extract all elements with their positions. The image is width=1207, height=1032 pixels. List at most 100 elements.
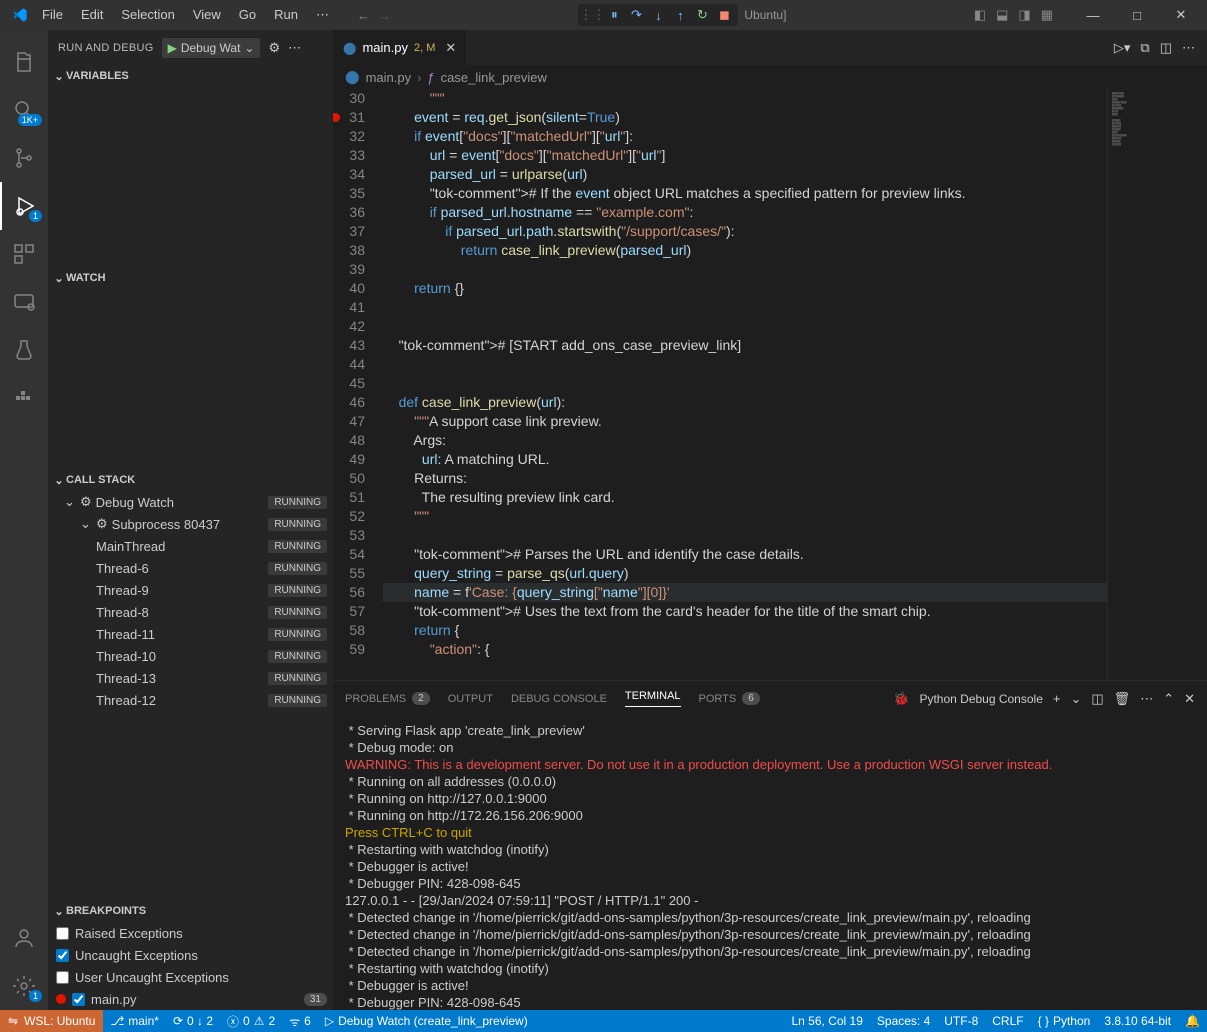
menu-file[interactable]: File — [34, 3, 71, 27]
breakpoint-checkbox[interactable] — [56, 971, 69, 984]
ab-explorer[interactable] — [0, 38, 48, 86]
callstack-item[interactable]: Thread-9RUNNING — [48, 579, 333, 601]
variables-header[interactable]: ⌄VARIABLES — [48, 65, 333, 87]
breakpoint-item[interactable]: User Uncaught Exceptions — [48, 966, 333, 988]
breakpoint-file-item[interactable]: main.py31 — [48, 988, 333, 1010]
sb-branch[interactable]: ⎇main* — [103, 1010, 166, 1032]
callstack-item[interactable]: Thread-12RUNNING — [48, 689, 333, 711]
watch-header[interactable]: ⌄WATCH — [48, 267, 333, 289]
nav-forward-icon[interactable]: → — [378, 8, 391, 23]
breakpoint-checkbox[interactable] — [56, 949, 69, 962]
trash-icon[interactable]: 🗑 — [1114, 691, 1131, 707]
gear-icon[interactable]: ⚙ — [268, 40, 280, 56]
layout-right-icon[interactable]: ◨ — [1018, 7, 1030, 23]
more-icon[interactable]: ⋯ — [1140, 691, 1153, 707]
ab-source-control[interactable] — [0, 134, 48, 182]
code-content[interactable]: """ event = req.get_json(silent=True) if… — [383, 89, 1107, 680]
ab-remote[interactable] — [0, 278, 48, 326]
step-into-icon[interactable]: ↓ — [650, 7, 666, 23]
menu-view[interactable]: View — [185, 3, 229, 27]
ab-settings[interactable]: 1 — [0, 962, 48, 1010]
step-out-icon[interactable]: ↑ — [672, 7, 688, 23]
pause-icon[interactable]: ⏸ — [606, 7, 622, 23]
menu-go[interactable]: Go — [231, 3, 264, 27]
terminal-content[interactable]: * Serving Flask app 'create_link_preview… — [333, 716, 1207, 1010]
title-search[interactable]: Ubuntu] — [744, 8, 786, 22]
sb-errors[interactable]: ⓧ0 ⚠2 — [220, 1010, 282, 1032]
more-icon[interactable]: ⋯ — [288, 40, 301, 56]
sb-eol[interactable]: CRLF — [985, 1010, 1030, 1032]
split-terminal-icon[interactable]: ◫ — [1091, 691, 1103, 707]
ab-run-debug[interactable]: 1 — [0, 182, 48, 230]
sb-interpreter[interactable]: 3.8.10 64-bit — [1097, 1010, 1178, 1032]
callstack-item[interactable]: Thread-11RUNNING — [48, 623, 333, 645]
stop-icon[interactable]: ◼ — [716, 7, 732, 23]
callstack-item[interactable]: Thread-13RUNNING — [48, 667, 333, 689]
callstack-item[interactable]: Thread-8RUNNING — [48, 601, 333, 623]
menu-selection[interactable]: Selection — [113, 3, 182, 27]
chevron-down-icon: ⌄ — [52, 905, 66, 918]
callstack-item[interactable]: MainThreadRUNNING — [48, 535, 333, 557]
sb-remote[interactable]: WSL: Ubuntu — [24, 1014, 95, 1028]
more-icon[interactable]: ⋯ — [1182, 40, 1195, 56]
sb-lang[interactable]: { }Python — [1031, 1010, 1098, 1032]
chevron-up-icon[interactable]: ⌃ — [1163, 691, 1174, 707]
breadcrumb[interactable]: ⬤ main.py › ƒ case_link_preview — [333, 65, 1207, 89]
nav-back-icon[interactable]: ← — [357, 8, 370, 23]
minimap[interactable]: ████ ██████ ████████████████ ██████ ████… — [1107, 89, 1207, 680]
sb-ports[interactable]: ᯤ6 — [282, 1010, 318, 1032]
breakpoint-checkbox[interactable] — [56, 927, 69, 940]
ab-extensions[interactable] — [0, 230, 48, 278]
minimize-button[interactable]: — — [1073, 1, 1113, 29]
ab-accounts[interactable] — [0, 914, 48, 962]
menu-more[interactable]: ⋯ — [308, 3, 337, 27]
panel-tab-ports[interactable]: PORTS6 — [699, 692, 760, 705]
callstack-item[interactable]: Thread-6RUNNING — [48, 557, 333, 579]
callstack-header[interactable]: ⌄CALL STACK — [48, 469, 333, 491]
panel-tab-problems[interactable]: PROBLEMS2 — [345, 692, 430, 705]
code-area[interactable]: 3031323334353637383940414243444546474849… — [333, 89, 1207, 680]
breakpoints-header[interactable]: ⌄BREAKPOINTS — [48, 900, 333, 922]
maximize-button[interactable]: □ — [1117, 1, 1157, 29]
terminal-profile-label[interactable]: Python Debug Console — [919, 692, 1042, 706]
debug-config-select[interactable]: ▶ Debug Wat ⌄ — [162, 38, 261, 58]
close-panel-icon[interactable]: ✕ — [1184, 691, 1195, 707]
step-over-icon[interactable]: ↷ — [628, 7, 644, 23]
close-button[interactable]: ✕ — [1161, 1, 1201, 29]
split-icon[interactable]: ◫ — [1160, 40, 1172, 56]
remote-icon[interactable]: ⇋ — [8, 1014, 18, 1028]
callstack-item[interactable]: Thread-10RUNNING — [48, 645, 333, 667]
ab-testing[interactable] — [0, 326, 48, 374]
layout-custom-icon[interactable]: ▦ — [1041, 7, 1053, 23]
menu-run[interactable]: Run — [266, 3, 306, 27]
ab-docker[interactable] — [0, 374, 48, 422]
drag-handle-icon[interactable]: ⋮⋮ — [584, 7, 600, 23]
sb-spaces[interactable]: Spaces: 4 — [870, 1010, 937, 1032]
sb-debug-status[interactable]: ▷Debug Watch (create_link_preview) — [318, 1010, 535, 1032]
menu-edit[interactable]: Edit — [73, 3, 111, 27]
layout-left-icon[interactable]: ◧ — [974, 7, 986, 23]
close-icon[interactable]: ✕ — [445, 40, 456, 56]
sb-position[interactable]: Ln 56, Col 19 — [785, 1010, 870, 1032]
restart-icon[interactable]: ↻ — [694, 7, 710, 23]
panel-tab-debug-console[interactable]: DEBUG CONSOLE — [511, 693, 607, 705]
run-icon[interactable]: ▷▾ — [1114, 40, 1131, 56]
callstack-item[interactable]: ⌄⚙Subprocess 80437RUNNING — [48, 513, 333, 535]
breakpoint-item[interactable]: Uncaught Exceptions — [48, 944, 333, 966]
breakpoint-dot-icon[interactable] — [333, 113, 340, 122]
ab-search[interactable]: 1K+ — [0, 86, 48, 134]
tab-main-py[interactable]: ⬤ main.py 2, M ✕ — [333, 30, 467, 65]
breakpoint-item[interactable]: Raised Exceptions — [48, 922, 333, 944]
panel-tab-terminal[interactable]: TERMINAL — [625, 690, 681, 707]
python-file-icon: ⬤ — [345, 69, 360, 85]
sb-sync[interactable]: ⟳0 ↓ 2 — [166, 1010, 220, 1032]
breakpoint-checkbox[interactable] — [72, 993, 85, 1006]
chevron-down-icon[interactable]: ⌄ — [1070, 691, 1081, 707]
compare-icon[interactable]: ⧉ — [1140, 40, 1149, 56]
layout-bottom-icon[interactable]: ⬓ — [996, 7, 1008, 23]
add-terminal-icon[interactable]: + — [1053, 691, 1061, 706]
sb-encoding[interactable]: UTF-8 — [937, 1010, 985, 1032]
panel-tab-output[interactable]: OUTPUT — [448, 693, 493, 705]
callstack-item[interactable]: ⌄⚙Debug WatchRUNNING — [48, 491, 333, 513]
sb-notifications[interactable]: 🔔 — [1178, 1010, 1207, 1032]
